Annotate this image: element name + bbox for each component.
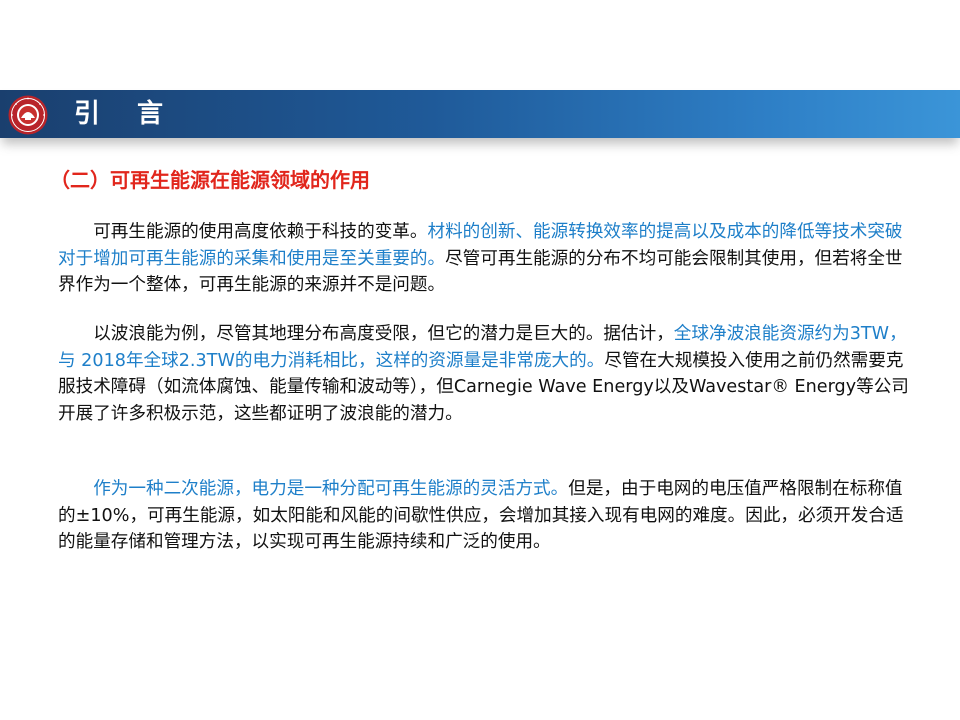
paragraph-wave-energy: 以波浪能为例，尽管其地理分布高度受限，但它的潜力是巨大的。据估计，全球净波浪能资… [58, 321, 916, 427]
paragraph-text: 以波浪能为例，尽管其地理分布高度受限，但它的潜力是巨大的。据估计， [93, 324, 674, 344]
university-seal-icon [8, 95, 48, 135]
highlighted-text: 作为一种二次能源，电力是一种分配可再生能源的灵活方式。 [93, 479, 569, 499]
paragraph-electricity: 作为一种二次能源，电力是一种分配可再生能源的灵活方式。但是，由于电网的电压值严格… [58, 476, 916, 556]
paragraph-text: 可再生能源的使用高度依赖于科技的变革。 [93, 222, 428, 242]
section-heading: （二）可再生能源在能源领域的作用 [50, 168, 370, 192]
paragraph-technology: 可再生能源的使用高度依赖于科技的变革。材料的创新、能源转换效率的提高以及成本的降… [58, 219, 916, 299]
slide-title: 引 言 [74, 99, 178, 129]
